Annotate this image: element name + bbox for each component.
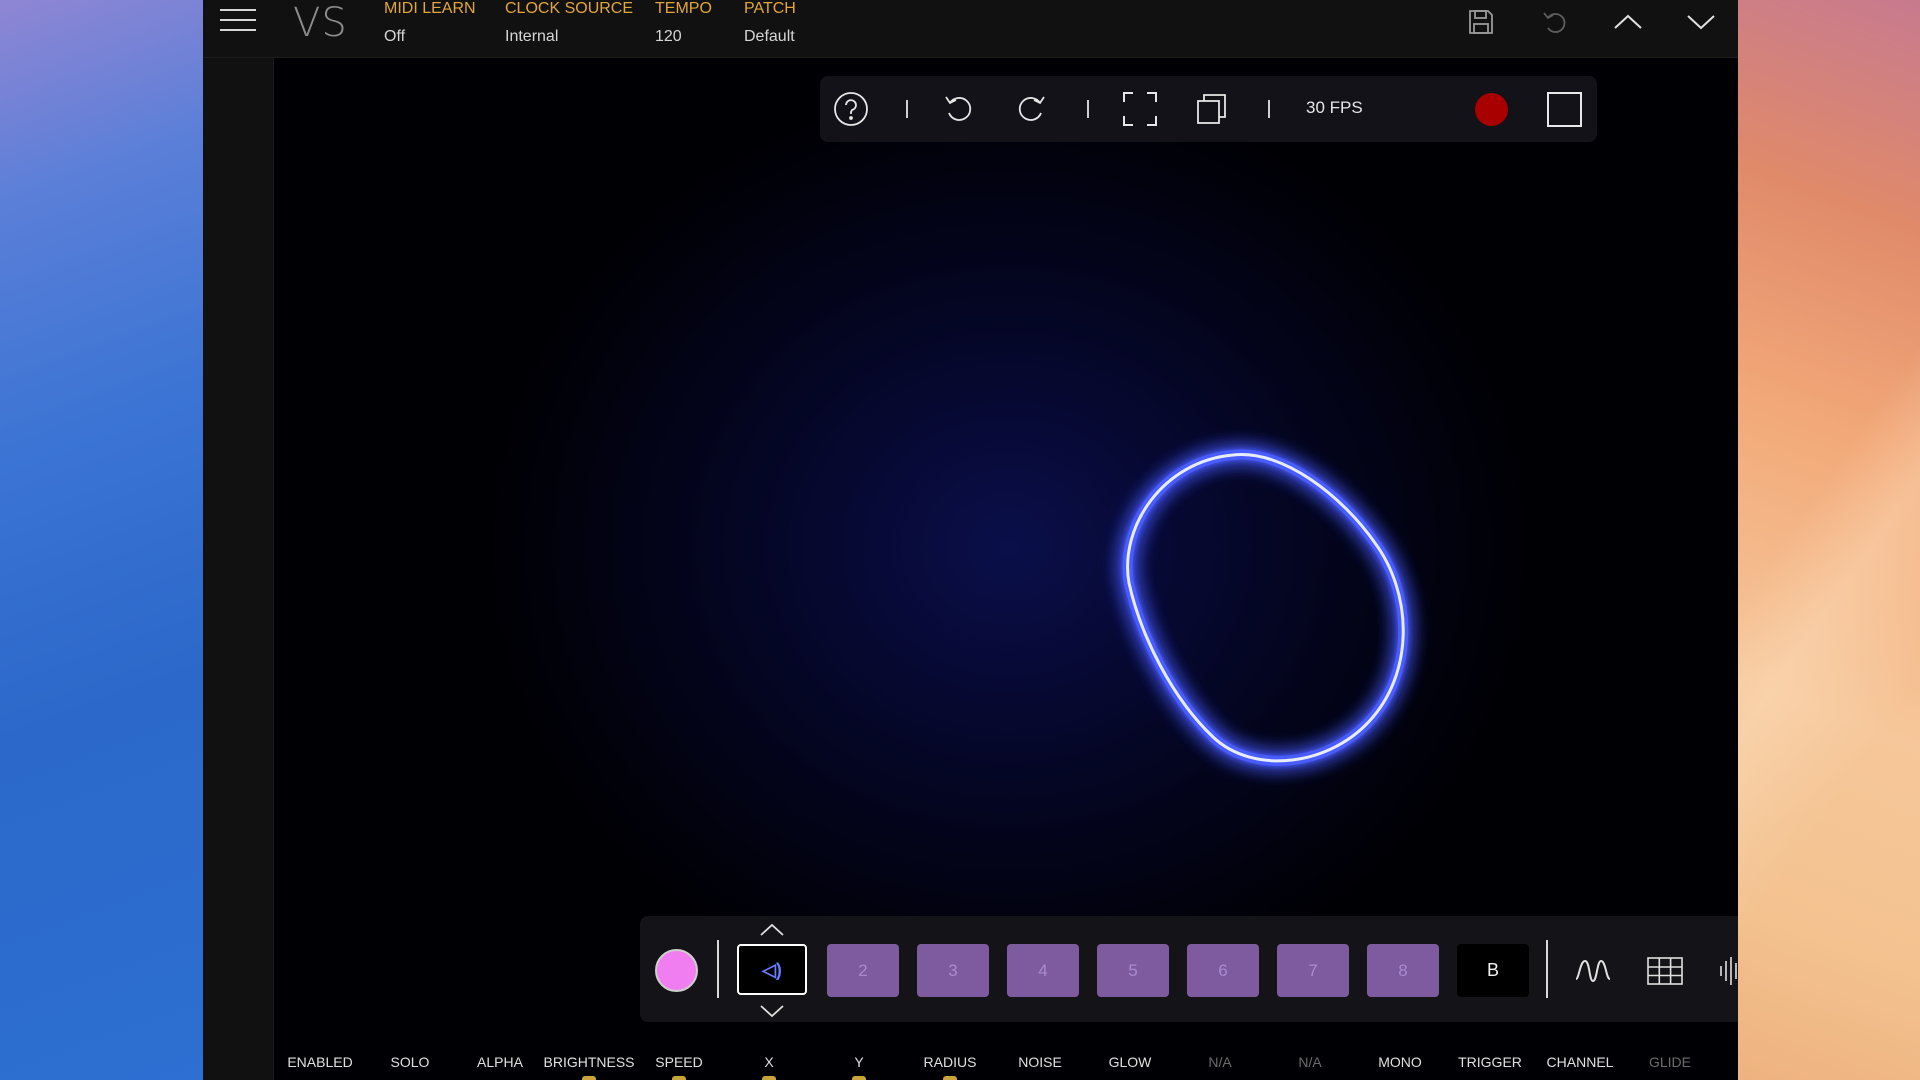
midi-learn-value: Off [384, 28, 406, 45]
top-bar: VS MIDI LEARN Off CLOCK SOURCE Internal … [203, 0, 1738, 58]
patch-label: PATCH [744, 0, 796, 17]
param-mono[interactable]: MONO [1378, 1054, 1422, 1070]
param-enabled[interactable]: ENABLED [287, 1054, 352, 1070]
param-brightness[interactable]: BRIGHTNESS [543, 1054, 634, 1070]
clock-source-field[interactable]: CLOCK SOURCE Internal [505, 0, 633, 46]
slot-up-arrow[interactable] [759, 922, 785, 938]
patch-value: Default [744, 28, 795, 45]
help-icon[interactable] [833, 91, 869, 127]
desktop-wallpaper-right [1738, 0, 1920, 1080]
toolbar-divider [906, 100, 908, 118]
clock-source-value: Internal [505, 28, 559, 45]
param-na-1: N/A [1208, 1054, 1232, 1070]
slot-8[interactable]: 8 [1367, 944, 1439, 997]
desktop-wallpaper-left [0, 0, 203, 1080]
duplicate-icon[interactable] [1194, 91, 1230, 127]
param-solo[interactable]: SOLO [391, 1054, 430, 1070]
slot-3[interactable]: 3 [917, 944, 989, 997]
param-trigger[interactable]: TRIGGER [1458, 1054, 1522, 1070]
fps-indicator[interactable]: 30 FPS [1306, 98, 1363, 118]
layer-panel: ◁) 2 3 4 5 6 7 8 B [640, 916, 1738, 1022]
brightness-knob[interactable] [582, 1076, 596, 1080]
parameter-row: ENABLED SOLO ALPHA BRIGHTNESS SPEED X Y … [273, 1052, 1738, 1080]
app-logo: VS [293, 0, 348, 46]
undo-icon[interactable] [1539, 6, 1571, 38]
clock-source-label: CLOCK SOURCE [505, 0, 634, 17]
undo-icon[interactable] [941, 91, 977, 127]
tempo-field[interactable]: TEMPO 120 [655, 0, 712, 46]
chevron-up-icon[interactable] [1612, 6, 1644, 38]
y-knob[interactable] [852, 1076, 866, 1080]
slot-down-arrow[interactable] [759, 1003, 785, 1019]
param-y[interactable]: Y [854, 1054, 863, 1070]
param-alpha[interactable]: ALPHA [477, 1054, 523, 1070]
chevron-down-icon[interactable] [1685, 6, 1717, 38]
visualizer-icon: ◁) [762, 960, 782, 980]
redo-icon[interactable] [1013, 91, 1049, 127]
panel-divider [717, 940, 719, 998]
menu-icon[interactable] [220, 9, 256, 33]
grid-icon[interactable] [1645, 951, 1685, 991]
slot-4[interactable]: 4 [1007, 944, 1079, 997]
param-noise[interactable]: NOISE [1018, 1054, 1062, 1070]
slot-6[interactable]: 6 [1187, 944, 1259, 997]
param-speed[interactable]: SPEED [655, 1054, 702, 1070]
radius-knob[interactable] [943, 1076, 957, 1080]
param-na-2: N/A [1298, 1054, 1322, 1070]
speed-knob[interactable] [672, 1076, 686, 1080]
app-window: VS MIDI LEARN Off CLOCK SOURCE Internal … [203, 0, 1738, 1080]
save-icon[interactable] [1465, 6, 1497, 38]
stop-button[interactable] [1547, 92, 1582, 127]
param-x[interactable]: X [764, 1054, 773, 1070]
x-knob[interactable] [762, 1076, 776, 1080]
fullscreen-icon[interactable] [1122, 91, 1158, 127]
tempo-value: 120 [655, 28, 682, 45]
midi-learn-label: MIDI LEARN [384, 0, 476, 17]
slot-5[interactable]: 5 [1097, 944, 1169, 997]
glowing-ring [1122, 449, 1409, 766]
bus-slot[interactable]: B [1457, 944, 1529, 997]
waveform-icon[interactable] [1573, 951, 1613, 991]
toolbar-divider [1087, 100, 1089, 118]
audio-bars-icon[interactable] [1717, 951, 1738, 991]
panel-divider [1546, 940, 1548, 998]
param-channel[interactable]: CHANNEL [1547, 1054, 1614, 1070]
param-glow[interactable]: GLOW [1109, 1054, 1152, 1070]
color-swatch[interactable] [655, 949, 698, 992]
slot-1-active[interactable]: ◁) [737, 944, 807, 995]
record-button[interactable] [1475, 93, 1508, 126]
param-glide[interactable]: GLIDE [1649, 1054, 1691, 1070]
slot-2[interactable]: 2 [827, 944, 899, 997]
slot-7[interactable]: 7 [1277, 944, 1349, 997]
patch-field[interactable]: PATCH Default [744, 0, 796, 46]
param-radius[interactable]: RADIUS [924, 1054, 977, 1070]
left-sidebar [203, 0, 274, 1080]
midi-learn-field[interactable]: MIDI LEARN Off [384, 0, 476, 46]
canvas-toolbar: 30 FPS [820, 76, 1597, 142]
tempo-label: TEMPO [655, 0, 712, 17]
toolbar-divider [1268, 100, 1270, 118]
